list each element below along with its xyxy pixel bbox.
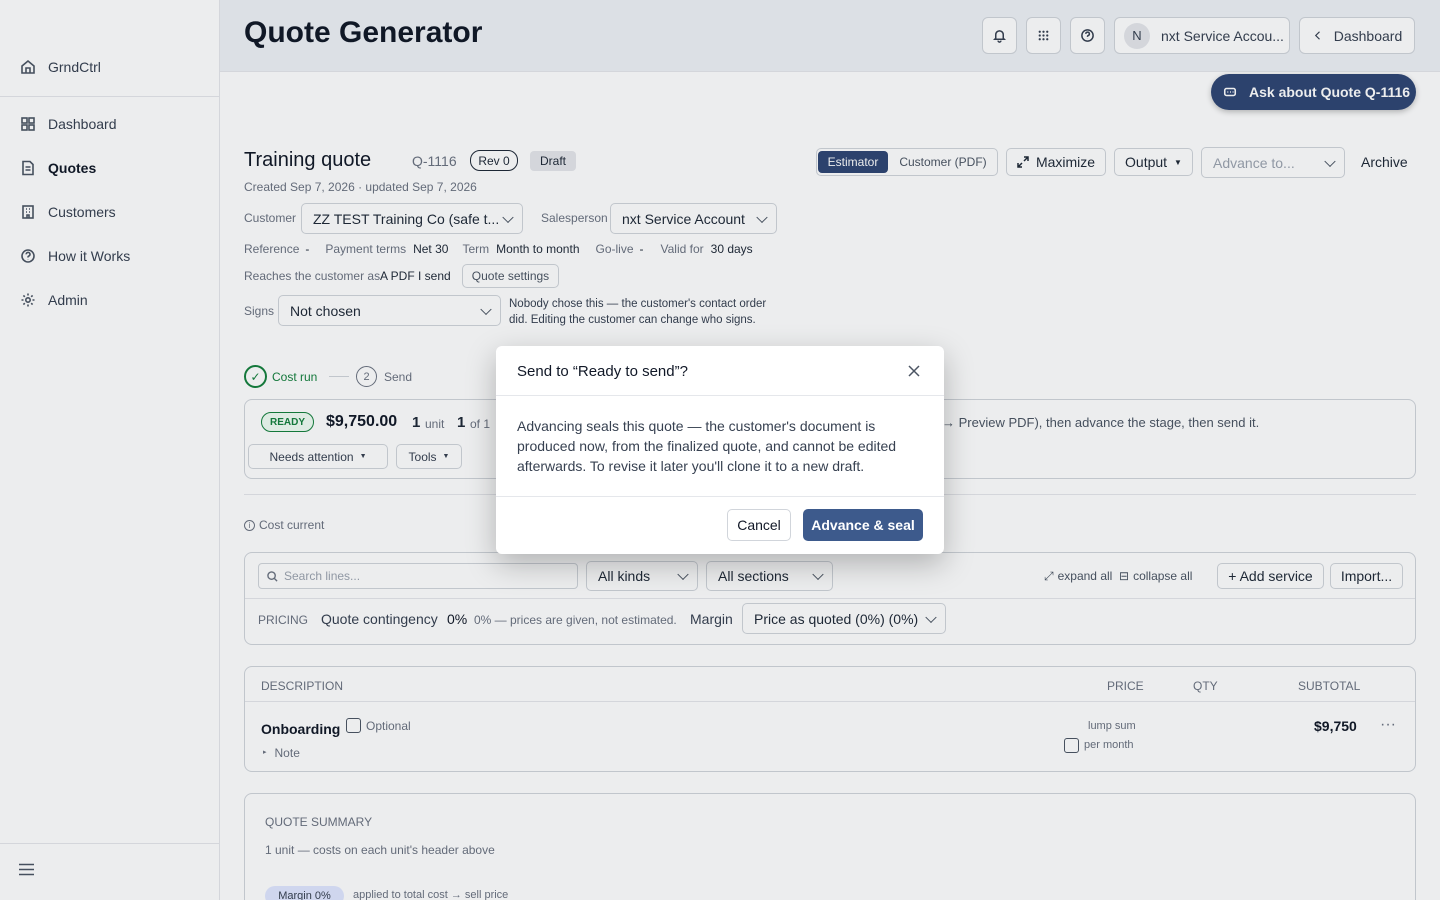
- close-icon[interactable]: [908, 365, 920, 377]
- dialog-body: Advancing seals this quote — the custome…: [517, 418, 897, 474]
- dialog-title: Send to “Ready to send”?: [517, 363, 688, 380]
- advance-and-seal-button[interactable]: Advance & seal: [803, 509, 923, 541]
- dialog-divider: [496, 395, 944, 396]
- confirm-dialog: Send to “Ready to send”? Advancing seals…: [496, 346, 944, 554]
- cancel-button[interactable]: Cancel: [727, 509, 791, 541]
- dialog-divider: [496, 496, 944, 497]
